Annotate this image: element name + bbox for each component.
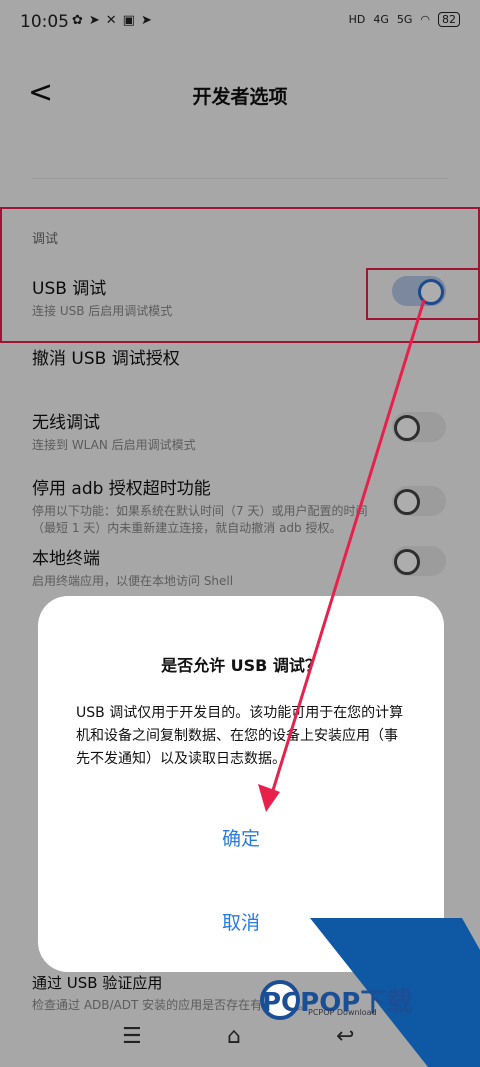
dialog-message: USB 调试仅用于开发目的。该功能可用于在您的计算机和设备之间复制数据、在您的设… [76, 705, 404, 767]
confirm-button[interactable]: 确定 [38, 824, 444, 851]
menu-icon[interactable]: ☰ [122, 1024, 142, 1049]
cancel-button[interactable]: 取消 [38, 908, 444, 935]
dialog-title: 是否允许 USB 调试？ [161, 656, 321, 675]
home-icon[interactable]: ⌂ [227, 1024, 241, 1049]
settings-screen: 10:05 ✿➤✕▣➤ HD 4G 5G ◠ 82 < 开发者选项 调试 USB… [0, 0, 480, 1067]
nav-bar: ☰ ⌂ ↩ [0, 1012, 480, 1067]
back-nav-icon[interactable]: ↩ [336, 1024, 354, 1049]
usb-debugging-dialog: 是否允许 USB 调试？ USB 调试仅用于开发目的。该功能可用于在您的计算机和… [38, 596, 444, 972]
